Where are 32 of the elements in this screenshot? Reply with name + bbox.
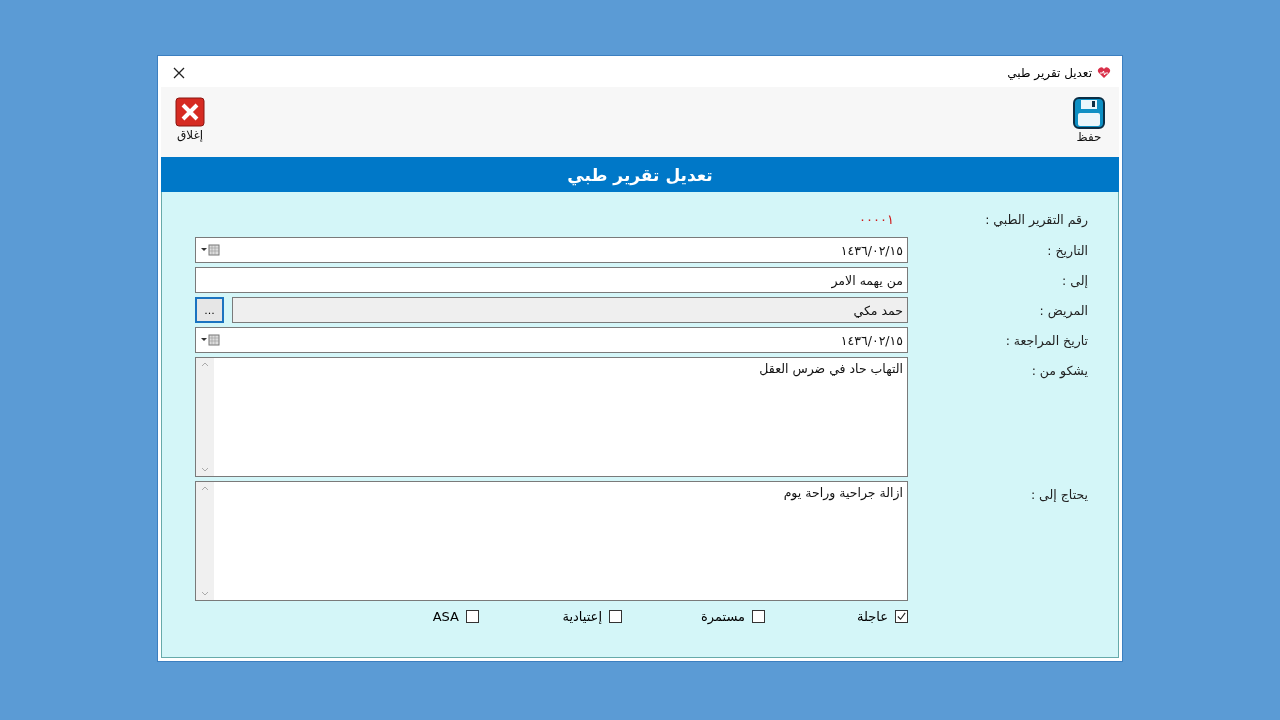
calendar-dropdown-icon[interactable]	[200, 244, 220, 256]
close-icon	[175, 97, 205, 127]
field-label: يحتاج إلى :	[1029, 486, 1089, 504]
checkbox[interactable]	[752, 610, 765, 623]
calendar-dropdown-icon[interactable]	[200, 334, 220, 346]
field-label: يشكو من :	[1030, 362, 1089, 381]
report-number: ٠٠٠٠١	[859, 211, 895, 229]
checkbox-option[interactable]: ASA	[336, 609, 479, 624]
field-label: رقم التقرير الطبي :	[984, 211, 1089, 230]
recipient-field[interactable]: من يهمه الامر	[195, 267, 908, 293]
checkbox[interactable]	[609, 610, 622, 623]
checkbox[interactable]	[466, 610, 479, 623]
window-title: تعديل تقرير طبي	[1007, 66, 1092, 80]
field-label: إلى :	[1061, 272, 1089, 290]
field-label: تاريخ المراجعة :	[1004, 332, 1089, 351]
close-button[interactable]: إغلاق	[171, 87, 209, 157]
text-area[interactable]: التهاب حاد في ضرس العقل	[195, 357, 908, 477]
patient-field[interactable]: حمد مكي	[232, 297, 908, 323]
text-area[interactable]: ازالة جراحية وراحة يوم	[195, 481, 908, 601]
checkbox-option[interactable]: إعتيادية	[479, 609, 622, 624]
form-header: تعديل تقرير طبي	[161, 157, 1119, 192]
save-button[interactable]: حفظ	[1069, 87, 1109, 157]
date-field[interactable]: ١٤٣٦/٠٢/١٥	[195, 327, 908, 353]
date-field[interactable]: ١٤٣٦/٠٢/١٥	[195, 237, 908, 263]
browse-button[interactable]: ...	[195, 297, 224, 323]
heart-icon	[1097, 67, 1111, 79]
close-icon[interactable]	[173, 67, 185, 79]
checkbox-option[interactable]: مستمرة	[622, 609, 765, 624]
field-label: التاريخ :	[1046, 242, 1089, 260]
checkbox[interactable]	[895, 610, 908, 623]
field-label: المريض :	[1038, 302, 1089, 321]
checkbox-option[interactable]: عاجلة	[765, 609, 908, 624]
